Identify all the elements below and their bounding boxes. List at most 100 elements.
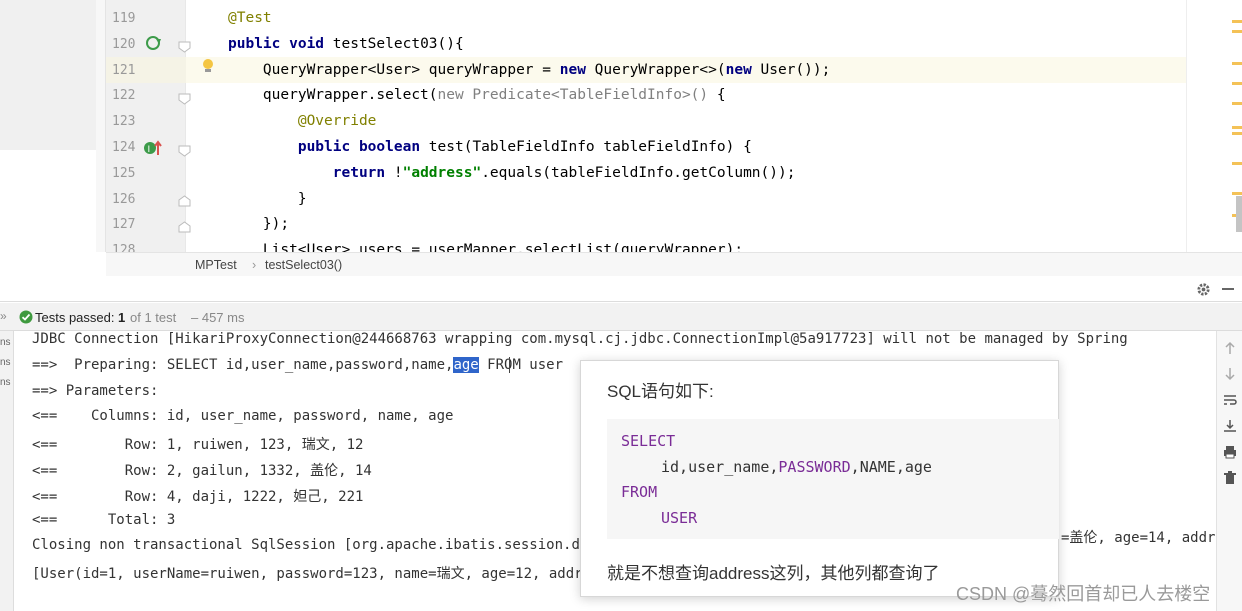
- annotation-popup: SQL语句如下: SELECT id,user_name,PASSWORD,NA…: [580, 360, 1059, 597]
- editor-scrollbar-thumb[interactable]: [1236, 196, 1242, 232]
- test-status-bar: » Tests passed: 1 of 1 test – 457 ms: [0, 303, 1242, 331]
- code-token: });: [228, 216, 290, 233]
- run-left-tabs: ns ns ns: [0, 331, 14, 611]
- code-token: }: [228, 190, 307, 207]
- code-token: @Override: [228, 113, 377, 130]
- tests-passed-count: 1: [118, 310, 126, 325]
- override-marker-icon[interactable]: I: [143, 139, 165, 157]
- line-number: 128: [112, 243, 136, 252]
- stripe-mark[interactable]: [1232, 162, 1242, 165]
- code-line[interactable]: List<User> users = userMapper.selectList…: [228, 242, 743, 252]
- code-token: public void: [228, 35, 333, 52]
- console-line: ==> Parameters:: [32, 382, 167, 399]
- scroll-to-end-icon[interactable]: [1223, 419, 1237, 433]
- code-token: @Test: [228, 10, 272, 26]
- code-token: test(TableFieldInfo tableFieldInfo) {: [428, 139, 752, 155]
- console-line: <== Row: 1, ruiwen, 123, 瑞文, 12: [32, 437, 364, 454]
- test-passed-check-icon: [19, 310, 33, 324]
- run-test-icon[interactable]: [145, 34, 163, 52]
- code-line[interactable]: }: [228, 191, 307, 207]
- left-tab[interactable]: ns: [0, 357, 11, 368]
- sql-code-block: SELECT id,user_name,PASSWORD,NAME,age FR…: [607, 419, 1059, 539]
- console-toolbar: [1216, 331, 1242, 611]
- console-line: <== Total: 3: [32, 511, 176, 528]
- code-line[interactable]: QueryWrapper<User> queryWrapper = new Qu…: [228, 62, 830, 78]
- code-token: new: [559, 61, 595, 78]
- code-token: new Predicate<TableFieldInfo>(): [437, 87, 717, 104]
- fold-marker-icon[interactable]: [178, 142, 191, 157]
- svg-text:I: I: [148, 145, 151, 155]
- code-token: User());: [760, 61, 831, 78]
- code-token: .equals(tableFieldInfo.getColumn());: [481, 164, 796, 181]
- run-panel-header: [0, 276, 1242, 302]
- code-token: List<User> users = userMapper.selectList…: [228, 242, 744, 252]
- settings-gear-icon[interactable]: [1196, 282, 1211, 297]
- breadcrumb: MPTest › testSelect03(): [106, 252, 1242, 276]
- code-line[interactable]: @Override: [228, 113, 377, 130]
- sql-keyword-select: SELECT: [621, 432, 676, 450]
- console-line: <== Columns: id, user_name, password, na…: [32, 408, 454, 425]
- fold-marker-icon[interactable]: [178, 90, 191, 105]
- selected-text[interactable]: age: [453, 356, 479, 373]
- scroll-down-icon[interactable]: [1223, 367, 1237, 381]
- code-editor[interactable]: 119 @Test 120 public void testSelect03(){12…: [0, 0, 1242, 252]
- intention-bulb-icon[interactable]: [201, 58, 215, 76]
- fold-end-marker-icon[interactable]: [178, 192, 191, 207]
- sql-table: USER: [661, 509, 698, 527]
- code-token: QueryWrapper<>(: [594, 61, 726, 78]
- line-number: 125: [112, 165, 136, 181]
- stripe-mark[interactable]: [1232, 20, 1242, 23]
- project-panel-edge: [0, 0, 96, 150]
- popup-title: SQL语句如下:: [607, 382, 714, 401]
- fold-marker-icon[interactable]: [178, 38, 191, 53]
- fold-end-marker-icon[interactable]: [178, 218, 191, 233]
- breadcrumb-class[interactable]: MPTest: [195, 258, 237, 272]
- console-line: ==> Preparing: SELECT id,user_name,passw…: [32, 356, 564, 373]
- code-line[interactable]: });: [228, 216, 289, 232]
- stripe-mark[interactable]: [1232, 126, 1242, 129]
- code-line[interactable]: @Test: [228, 10, 272, 26]
- console-line: <== Row: 2, gailun, 1332, 盖伦, 14: [32, 463, 372, 479]
- stripe-mark[interactable]: [1232, 102, 1242, 105]
- breadcrumb-separator: ›: [252, 258, 257, 272]
- left-tab[interactable]: ns: [0, 377, 11, 388]
- code-token: !: [393, 164, 403, 181]
- stripe-mark[interactable]: [1232, 62, 1242, 65]
- console-line: [User(id=1, userName=ruiwen, password=12…: [32, 566, 583, 583]
- scroll-up-icon[interactable]: [1223, 341, 1237, 355]
- line-number: 127: [112, 217, 136, 233]
- line-number: 126: [112, 191, 136, 207]
- print-icon[interactable]: [1223, 445, 1237, 459]
- breadcrumb-method[interactable]: testSelect03(): [265, 258, 342, 272]
- console-line: Closing non transactional SqlSession [or…: [32, 537, 589, 554]
- code-line[interactable]: queryWrapper.select(new Predicate<TableF…: [228, 87, 726, 103]
- code-token: "address": [402, 164, 482, 181]
- code-token: testSelect03(){: [332, 35, 464, 52]
- clear-trash-icon[interactable]: [1223, 471, 1237, 485]
- tests-total: of 1 test: [130, 310, 177, 325]
- stripe-mark[interactable]: [1232, 192, 1242, 195]
- stripe-mark[interactable]: [1232, 132, 1242, 135]
- sql-keyword-from: FROM: [621, 483, 658, 501]
- editor-left-border: [96, 0, 106, 252]
- code-token: {: [716, 87, 726, 104]
- left-tab[interactable]: ns: [0, 337, 11, 348]
- stripe-mark[interactable]: [1232, 82, 1242, 85]
- line-number: 119: [112, 11, 136, 26]
- stripe-mark[interactable]: [1232, 30, 1242, 33]
- code-line[interactable]: public void testSelect03(){: [228, 36, 464, 52]
- code-token: queryWrapper.select(: [228, 87, 438, 104]
- console-line: JDBC Connection [HikariProxyConnection@2…: [32, 331, 1128, 347]
- text-cursor-icon: [509, 357, 515, 373]
- code-line[interactable]: public boolean test(TableFieldInfo table…: [228, 139, 752, 155]
- line-number: 122: [112, 88, 136, 104]
- hide-panel-icon[interactable]: [1222, 288, 1234, 290]
- watermark: CSDN @蓦然回首却已人去楼空: [956, 584, 1211, 604]
- code-token: new: [725, 61, 761, 78]
- code-token: return: [228, 164, 394, 181]
- expand-chevron[interactable]: »: [0, 309, 7, 323]
- console-line: <== Row: 4, daji, 1222, 妲己, 221: [32, 488, 364, 505]
- code-token: public boolean: [228, 139, 429, 155]
- soft-wrap-icon[interactable]: [1223, 393, 1237, 407]
- code-line[interactable]: return !"address".equals(tableFieldInfo.…: [228, 164, 796, 181]
